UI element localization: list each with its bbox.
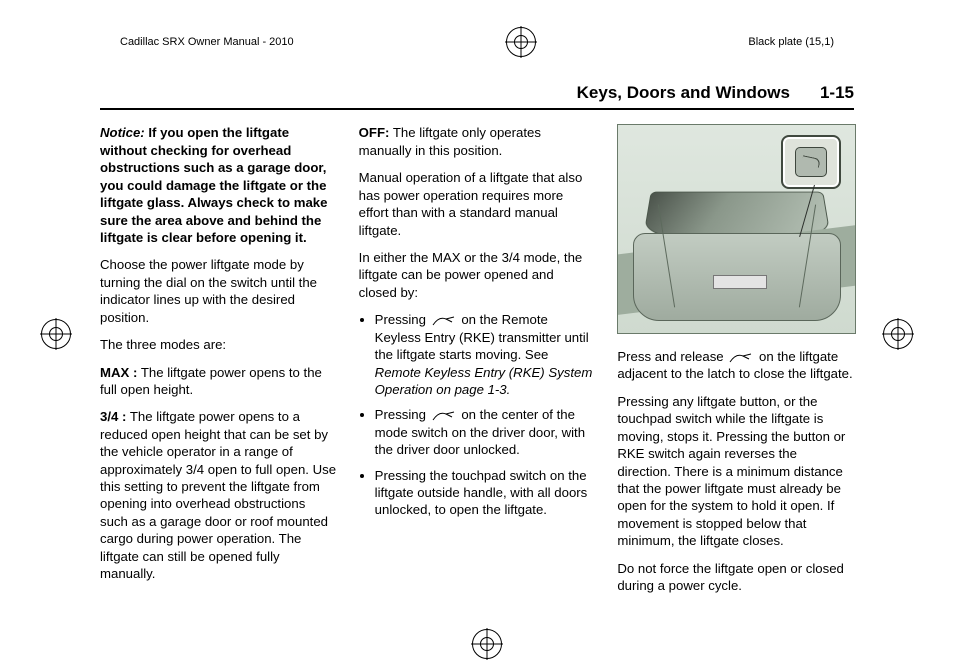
liftgate-rke-icon [432,316,456,326]
list-item: Pressing the touchpad switch on the lift… [375,467,596,519]
mode-three-quarter: 3/4 : The liftgate power opens to a redu… [100,408,337,582]
notice-body: If you open the liftgate without checkin… [100,125,327,245]
registration-mark-left [38,316,74,352]
section-title: Keys, Doors and Windows [577,82,790,104]
liftgate-rke-icon [729,353,753,363]
notice-paragraph: Notice: If you open the liftgate without… [100,124,337,246]
mode-label: 3/4 : [100,409,126,424]
mode-label: OFF: [359,125,390,140]
paragraph: Press and release on the liftgate adjace… [617,348,854,383]
mode-max: MAX : The liftgate power opens to the fu… [100,364,337,399]
text: Pressing [375,312,430,327]
list-item: Pressing on the Remote Keyless Entry (RK… [375,311,596,398]
text: Pressing [375,407,430,422]
column-3: Press and release on the liftgate adjace… [617,124,854,604]
paragraph: Pressing any liftgate button, or the tou… [617,393,854,550]
liftgate-close-button-icon [795,147,827,177]
list-item: Pressing on the center of the mode switc… [375,406,596,458]
page-body: Keys, Doors and Windows 1-15 Notice: If … [100,82,854,628]
paragraph: Choose the power liftgate mode by turnin… [100,256,337,326]
actions-list: Pressing on the Remote Keyless Entry (RK… [359,311,596,519]
mode-body: The liftgate power opens to a reduced op… [100,409,336,581]
registration-mark-right [880,316,916,352]
page-number: 1-15 [820,82,854,104]
paragraph: Do not force the liftgate open or closed… [617,560,854,595]
mode-label: MAX : [100,365,137,380]
registration-mark-bottom [469,626,505,662]
plate-info: Black plate (15,1) [748,35,834,50]
notice-label: Notice: [100,125,145,140]
paragraph: Manual operation of a liftgate that also… [359,169,596,239]
liftgate-close-button-callout [781,135,841,189]
column-1: Notice: If you open the liftgate without… [100,124,337,604]
manual-title: Cadillac SRX Owner Manual - 2010 [120,35,294,50]
paragraph: In either the MAX or the 3/4 mode, the l… [359,249,596,301]
mode-off: OFF: The liftgate only operates manually… [359,124,596,159]
running-head: Cadillac SRX Owner Manual - 2010 Black p… [0,24,954,60]
page-header: Keys, Doors and Windows 1-15 [100,82,854,110]
paragraph: The three modes are: [100,336,337,353]
text: Press and release [617,349,727,364]
cross-ref: Remote Keyless Entry (RKE) System Operat… [375,365,593,397]
liftgate-rke-icon [432,411,456,421]
registration-mark-top [503,24,539,60]
column-2: OFF: The liftgate only operates manually… [359,124,596,604]
liftgate-illustration [617,124,856,334]
